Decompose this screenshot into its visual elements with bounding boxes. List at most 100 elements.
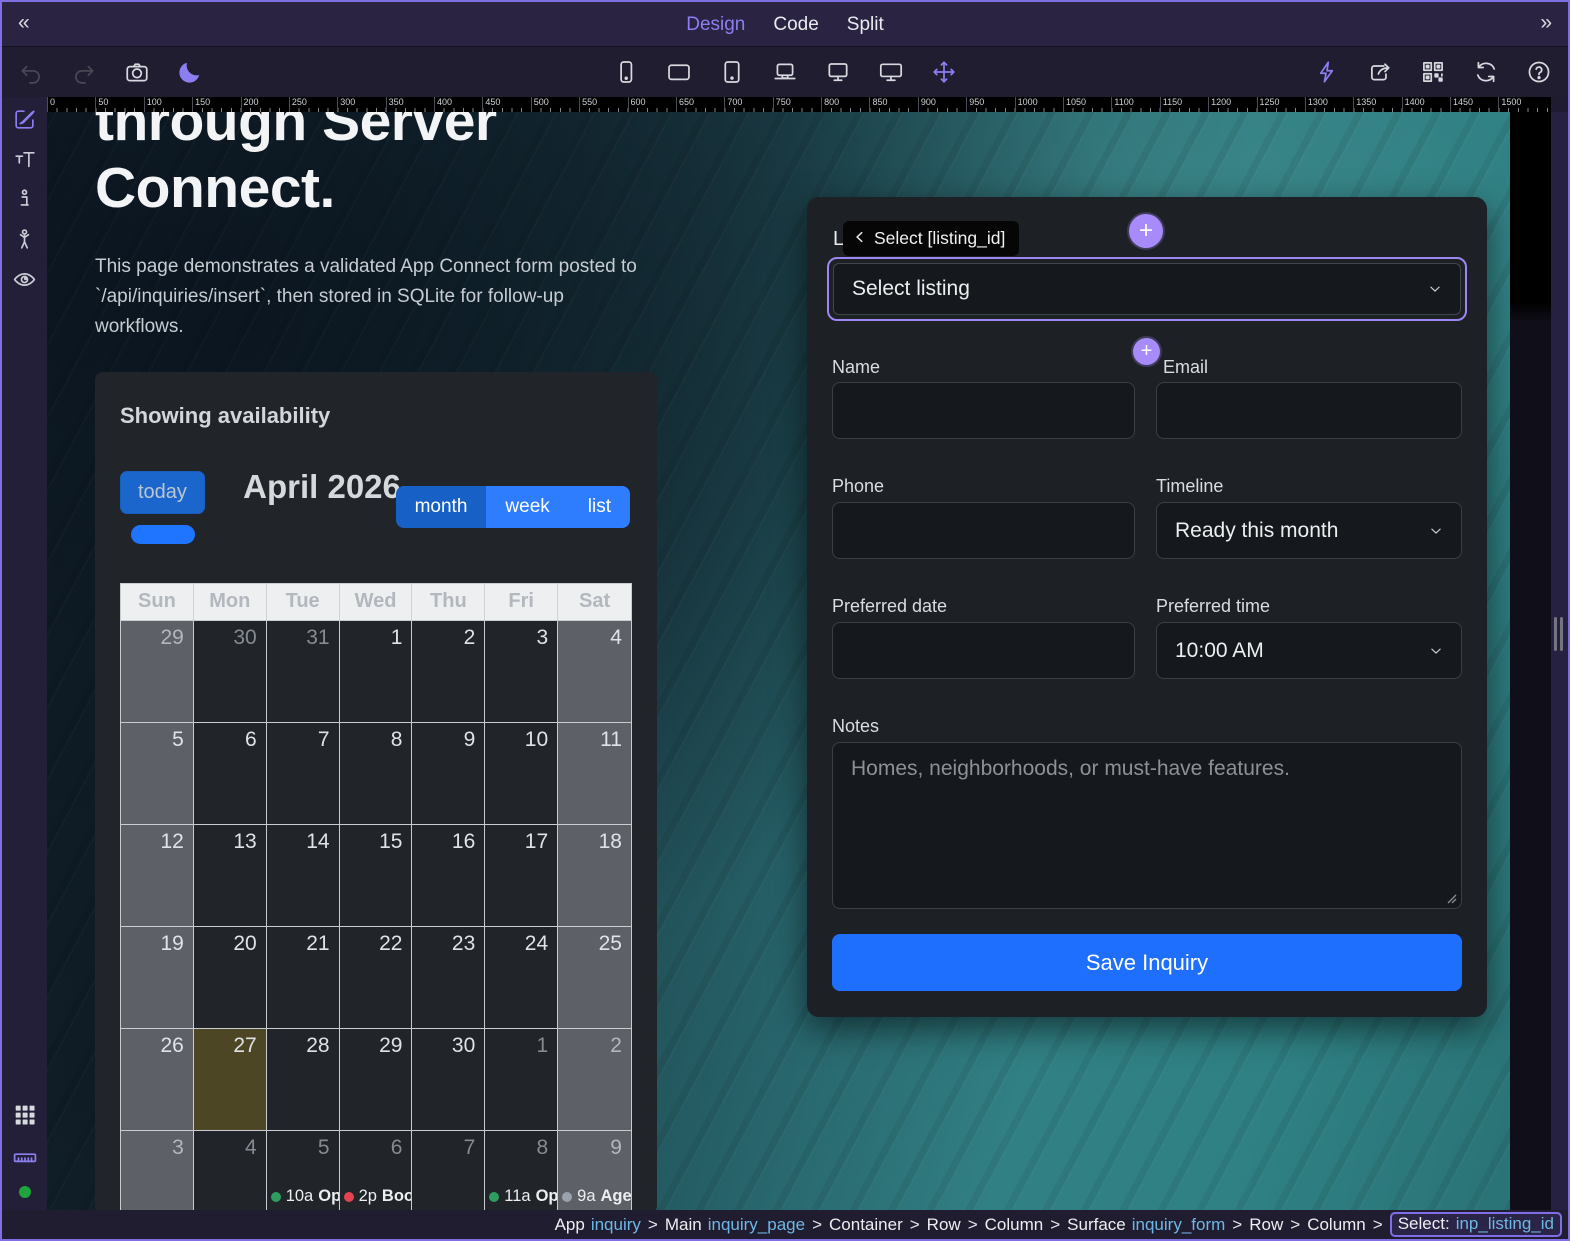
calendar-day-cell[interactable]: 8 bbox=[340, 722, 413, 824]
calendar-day-cell[interactable]: 19 bbox=[121, 926, 194, 1028]
view-button-month[interactable]: month bbox=[396, 486, 487, 528]
ruler-icon[interactable] bbox=[12, 1144, 38, 1170]
accessibility-icon[interactable] bbox=[12, 227, 37, 252]
tablet-landscape-icon[interactable] bbox=[666, 59, 692, 85]
timeline-select[interactable]: Ready this month bbox=[1156, 502, 1462, 559]
design-canvas: through Server Connect. This page demons… bbox=[47, 112, 1510, 1210]
breadcrumb-item[interactable]: Row bbox=[1249, 1215, 1283, 1235]
calendar-day-cell[interactable]: 1 bbox=[485, 1028, 558, 1130]
move-icon[interactable] bbox=[931, 59, 957, 85]
preferred-time-select[interactable]: 10:00 AM bbox=[1156, 622, 1462, 679]
view-button-list[interactable]: list bbox=[569, 486, 630, 528]
calendar-day-cell[interactable]: 4 bbox=[194, 1130, 267, 1210]
scrollbar-grip[interactable] bbox=[1554, 617, 1564, 651]
today-button[interactable]: today bbox=[120, 471, 205, 514]
share-icon[interactable] bbox=[1367, 59, 1393, 85]
calendar-day-cell[interactable]: 4 bbox=[558, 620, 631, 722]
tablet-portrait-icon[interactable] bbox=[719, 59, 745, 85]
calendar-day-cell[interactable]: 23 bbox=[412, 926, 485, 1028]
calendar-day-cell[interactable]: 25 bbox=[558, 926, 631, 1028]
qr-code-icon[interactable] bbox=[1420, 59, 1446, 85]
tab-code[interactable]: Code bbox=[773, 14, 818, 36]
resize-handle-icon[interactable] bbox=[1443, 890, 1457, 904]
selected-element-badge[interactable]: Select [listing_id] bbox=[843, 221, 1019, 256]
calendar-day-cell[interactable]: 11 bbox=[558, 722, 631, 824]
calendar-day-cell[interactable]: 30 bbox=[412, 1028, 485, 1130]
breadcrumb-item[interactable]: Column bbox=[1307, 1215, 1366, 1235]
calendar-day-cell[interactable]: 16 bbox=[412, 824, 485, 926]
refresh-icon[interactable] bbox=[1473, 59, 1499, 85]
calendar-day-cell[interactable]: 811aOp bbox=[485, 1130, 558, 1210]
collapse-right-icon[interactable]: » bbox=[1540, 11, 1552, 35]
eye-icon[interactable] bbox=[12, 267, 37, 292]
calendar-day-cell[interactable]: 12 bbox=[121, 824, 194, 926]
edit-icon[interactable] bbox=[12, 107, 37, 132]
text-style-icon[interactable] bbox=[12, 147, 37, 172]
help-icon[interactable] bbox=[1526, 59, 1552, 85]
calendar-day-cell[interactable]: 28 bbox=[267, 1028, 340, 1130]
ruler-label: 1300 bbox=[1308, 97, 1328, 107]
breadcrumb-item[interactable]: Row bbox=[927, 1215, 961, 1235]
calendar-day-cell[interactable]: 1 bbox=[340, 620, 413, 722]
calendar-day-cell[interactable]: 9 bbox=[412, 722, 485, 824]
calendar-day-cell[interactable]: 10 bbox=[485, 722, 558, 824]
tab-split[interactable]: Split bbox=[847, 14, 884, 36]
breadcrumb-item[interactable]: Surfaceinquiry_form bbox=[1067, 1215, 1225, 1235]
breadcrumb-item[interactable]: Column bbox=[985, 1215, 1044, 1235]
calendar-day-cell[interactable]: 99aAge bbox=[558, 1130, 631, 1210]
calendar-day-cell[interactable]: 26 bbox=[121, 1028, 194, 1130]
calendar-event[interactable]: 10aOp bbox=[267, 1187, 339, 1206]
calendar-day-cell[interactable]: 7 bbox=[412, 1130, 485, 1210]
calendar-day-cell[interactable]: 30 bbox=[194, 620, 267, 722]
nav-pill-button[interactable] bbox=[131, 525, 195, 544]
calendar-day-cell[interactable]: 22 bbox=[340, 926, 413, 1028]
calendar-day-cell[interactable]: 2 bbox=[412, 620, 485, 722]
calendar-day-cell[interactable]: 13 bbox=[194, 824, 267, 926]
phone-portrait-icon[interactable] bbox=[613, 59, 639, 85]
calendar-day-cell[interactable]: 3 bbox=[121, 1130, 194, 1210]
calendar-day-cell[interactable]: 29 bbox=[340, 1028, 413, 1130]
calendar-day-cell[interactable]: 5 bbox=[121, 722, 194, 824]
calendar-day-cell[interactable]: 17 bbox=[485, 824, 558, 926]
calendar-day-cell[interactable]: 15 bbox=[340, 824, 413, 926]
calendar-day-cell[interactable]: 18 bbox=[558, 824, 631, 926]
info-icon[interactable] bbox=[12, 187, 37, 212]
name-input[interactable] bbox=[832, 382, 1135, 439]
grid-icon[interactable] bbox=[12, 1102, 38, 1128]
calendar-day-cell[interactable]: 24 bbox=[485, 926, 558, 1028]
view-button-week[interactable]: week bbox=[486, 486, 568, 528]
breadcrumb-item[interactable]: Maininquiry_page bbox=[665, 1215, 805, 1235]
calendar-day-cell[interactable]: 21 bbox=[267, 926, 340, 1028]
breadcrumb-item[interactable]: Select:inp_listing_id bbox=[1390, 1212, 1562, 1237]
calendar-day-cell[interactable]: 27 bbox=[194, 1028, 267, 1130]
calendar-day-cell[interactable]: 7 bbox=[267, 722, 340, 824]
calendar-day-cell[interactable]: 62pBoo bbox=[340, 1130, 413, 1210]
calendar-event[interactable]: 9aAge bbox=[558, 1187, 631, 1206]
calendar-day-cell[interactable]: 14 bbox=[267, 824, 340, 926]
calendar-day-cell[interactable]: 29 bbox=[121, 620, 194, 722]
calendar-day-cell[interactable]: 31 bbox=[267, 620, 340, 722]
calendar-event[interactable]: 2pBoo bbox=[340, 1187, 412, 1206]
calendar-day-cell[interactable]: 6 bbox=[194, 722, 267, 824]
laptop-icon[interactable] bbox=[772, 59, 798, 85]
calendar-event[interactable]: 11aOp bbox=[485, 1187, 557, 1206]
calendar-day-cell[interactable]: 2 bbox=[558, 1028, 631, 1130]
preferred-date-input[interactable] bbox=[832, 622, 1135, 679]
breadcrumb-item[interactable]: Appinquiry bbox=[555, 1215, 641, 1235]
add-element-button-middle[interactable]: + bbox=[1133, 338, 1160, 365]
save-inquiry-button[interactable]: Save Inquiry bbox=[832, 934, 1462, 991]
lightning-icon[interactable] bbox=[1314, 59, 1340, 85]
phone-input[interactable] bbox=[832, 502, 1135, 559]
listing-select[interactable]: Select listing bbox=[833, 263, 1461, 315]
calendar-day-cell[interactable]: 3 bbox=[485, 620, 558, 722]
breadcrumb-item[interactable]: Container bbox=[829, 1215, 903, 1235]
notes-textarea[interactable] bbox=[832, 742, 1462, 909]
monitor-large-icon[interactable] bbox=[878, 59, 904, 85]
monitor-icon[interactable] bbox=[825, 59, 851, 85]
add-element-button-top[interactable]: + bbox=[1129, 214, 1163, 248]
calendar-day-cell[interactable]: 20 bbox=[194, 926, 267, 1028]
ruler-label: 1400 bbox=[1405, 97, 1425, 107]
calendar-day-cell[interactable]: 510aOp bbox=[267, 1130, 340, 1210]
tab-design[interactable]: Design bbox=[686, 14, 745, 36]
email-input[interactable] bbox=[1156, 382, 1462, 439]
